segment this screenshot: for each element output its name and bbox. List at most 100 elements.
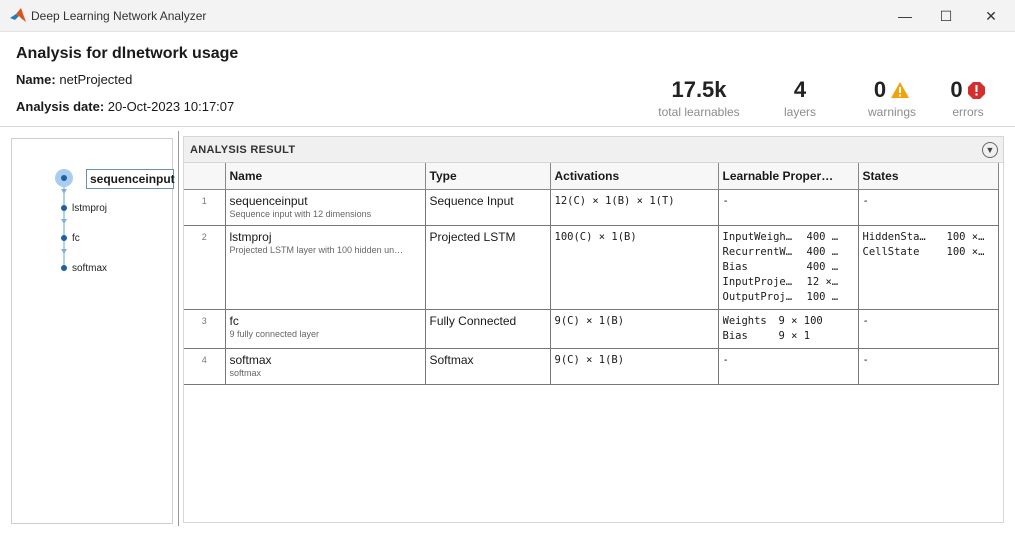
col-header-activations[interactable]: Activations xyxy=(550,163,719,190)
graph-node-fc[interactable] xyxy=(61,235,67,241)
learnable-size: 9 × 1 xyxy=(778,329,811,342)
learnable-size: 400 … xyxy=(806,260,839,273)
layer-states: - xyxy=(858,348,999,385)
learnables-label: total learnables xyxy=(658,105,740,119)
name-label: Name: xyxy=(16,72,56,87)
layer-learnables: - xyxy=(718,189,859,226)
layer-states: HiddenSta… 100 ×… CellState 100 ×… xyxy=(858,225,999,310)
title-bar: Deep Learning Network Analyzer — ☐ ✕ xyxy=(0,0,1015,32)
layer-learnables: InputWeigh… 400 … RecurrentW… 400 … Bias 40… xyxy=(718,225,859,310)
table-row[interactable]: 1 sequenceinput Sequence input with 12 d… xyxy=(184,189,999,226)
analysis-result-title: ANALYSIS RESULT xyxy=(190,144,296,156)
table-header-row: Name Type Activations Learnable Proper… … xyxy=(184,163,999,190)
page-title: Analysis for dlnetwork usage xyxy=(16,45,239,62)
graph-node-lstmproj[interactable] xyxy=(61,205,67,211)
table-row[interactable]: 2 lstmproj Projected LSTM layer with 100… xyxy=(184,225,999,310)
layer-name: lstmproj xyxy=(229,229,272,244)
layers-value: 4 xyxy=(793,77,807,102)
col-header-states[interactable]: States xyxy=(858,163,999,190)
learnable-size: 9 × 100 xyxy=(778,314,823,327)
state-size: 100 ×… xyxy=(946,245,985,258)
layer-name-cell: lstmproj Projected LSTM layer with 100 h… xyxy=(225,225,426,310)
matlab-logo-icon xyxy=(10,8,26,22)
analysis-table: Name Type Activations Learnable Proper… … xyxy=(184,163,999,385)
panel-splitter[interactable] xyxy=(178,131,179,526)
learnable-size: 100 … xyxy=(806,290,839,303)
graph-edges xyxy=(61,179,67,269)
learnable-name: RecurrentW… xyxy=(722,245,793,258)
learnable-name: Bias xyxy=(722,329,748,342)
maximize-icon: ☐ xyxy=(939,7,953,24)
warning-icon xyxy=(891,82,910,98)
row-index: 4 xyxy=(184,348,226,385)
analysis-result-header: ANALYSIS RESULT ▼ xyxy=(184,137,1003,163)
network-graph-panel[interactable]: sequenceinput lstmproj fc softmax xyxy=(11,138,175,524)
state-name: - xyxy=(862,353,869,366)
graph-node-sequenceinput[interactable] xyxy=(54,168,74,188)
layer-activations: 9(C) × 1(B) xyxy=(550,309,719,349)
layer-name: fc xyxy=(229,313,239,328)
learnable-name: Weights xyxy=(722,314,767,327)
layer-name-cell: fc 9 fully connected layer xyxy=(225,309,426,349)
layers-label: layers xyxy=(783,105,816,119)
chevron-down-icon: ▼ xyxy=(985,145,995,155)
learnable-name: - xyxy=(722,194,729,207)
layer-type: Fully Connected xyxy=(425,309,551,349)
table-row[interactable]: 3 fc 9 fully connected layer Fully Conne… xyxy=(184,309,999,349)
maximize-button[interactable]: ☐ xyxy=(923,0,969,32)
layer-description: Projected LSTM layer with 100 hidden un… xyxy=(229,244,404,255)
date-label: Analysis date: xyxy=(16,99,105,114)
close-icon: ✕ xyxy=(985,7,997,24)
learnable-name: OutputProj… xyxy=(722,290,793,303)
warnings-stat: 0 warnings xyxy=(862,76,922,119)
layer-description: softmax xyxy=(229,367,262,378)
name-value: netProjected xyxy=(59,72,133,87)
col-header-learnables[interactable]: Learnable Proper… xyxy=(718,163,859,190)
layer-name-cell: sequenceinput Sequence input with 12 dim… xyxy=(225,189,426,226)
layer-activations: 9(C) × 1(B) xyxy=(550,348,719,385)
col-header-type[interactable]: Type xyxy=(425,163,551,190)
graph-node-label-softmax[interactable]: softmax xyxy=(72,263,107,274)
layer-type: Projected LSTM xyxy=(425,225,551,310)
row-index: 3 xyxy=(184,309,226,349)
learnable-name: InputProje… xyxy=(722,275,793,288)
learnable-name: - xyxy=(722,353,729,366)
date-value: 20-Oct-2023 10:17:07 xyxy=(107,99,235,114)
warnings-value: 0 xyxy=(873,77,887,102)
layer-description: 9 fully connected layer xyxy=(229,328,320,339)
layer-name-cell: softmax softmax xyxy=(225,348,426,385)
minimize-button[interactable]: — xyxy=(882,0,928,32)
close-button[interactable]: ✕ xyxy=(968,0,1014,32)
layer-type: Softmax xyxy=(425,348,551,385)
layer-activations: 12(C) × 1(B) × 1(T) xyxy=(550,189,719,226)
learnables-value: 17.5k xyxy=(671,77,727,102)
errors-label: errors xyxy=(952,105,984,119)
state-name: - xyxy=(862,314,869,327)
warnings-label: warnings xyxy=(867,105,917,119)
layer-learnables: Weights 9 × 100 Bias 9 × 1 xyxy=(718,309,859,349)
graph-node-label-lstmproj[interactable]: lstmproj xyxy=(72,203,107,214)
layers-stat: 4 layers xyxy=(770,76,830,119)
col-header-index[interactable] xyxy=(184,163,226,190)
layer-states: - xyxy=(858,189,999,226)
analysis-header: Analysis for dlnetwork usage Name: netPr… xyxy=(0,32,1015,127)
layer-states: - xyxy=(858,309,999,349)
window-title: Deep Learning Network Analyzer xyxy=(31,9,207,23)
error-icon xyxy=(967,81,985,99)
learnable-name: InputWeigh… xyxy=(722,230,793,243)
graph-node-softmax[interactable] xyxy=(61,265,67,271)
layer-learnables: - xyxy=(718,348,859,385)
col-header-name[interactable]: Name xyxy=(225,163,426,190)
network-name: Name: netProjected xyxy=(16,72,132,87)
state-name: CellState xyxy=(862,245,920,258)
graph-node-label-sequenceinput[interactable]: sequenceinput xyxy=(86,169,175,189)
graph-node-label-fc[interactable]: fc xyxy=(72,233,80,244)
collapse-button[interactable]: ▼ xyxy=(982,142,998,158)
errors-value: 0 xyxy=(950,77,963,102)
state-name: - xyxy=(862,194,869,207)
learnable-size: 400 … xyxy=(806,245,839,258)
table-row[interactable]: 4 softmax softmax Softmax 9(C) × 1(B) - … xyxy=(184,348,999,385)
analysis-result-panel: ANALYSIS RESULT ▼ Name Type Activations … xyxy=(183,136,1004,523)
layer-name: softmax xyxy=(229,352,272,367)
minimize-icon: — xyxy=(898,8,912,24)
